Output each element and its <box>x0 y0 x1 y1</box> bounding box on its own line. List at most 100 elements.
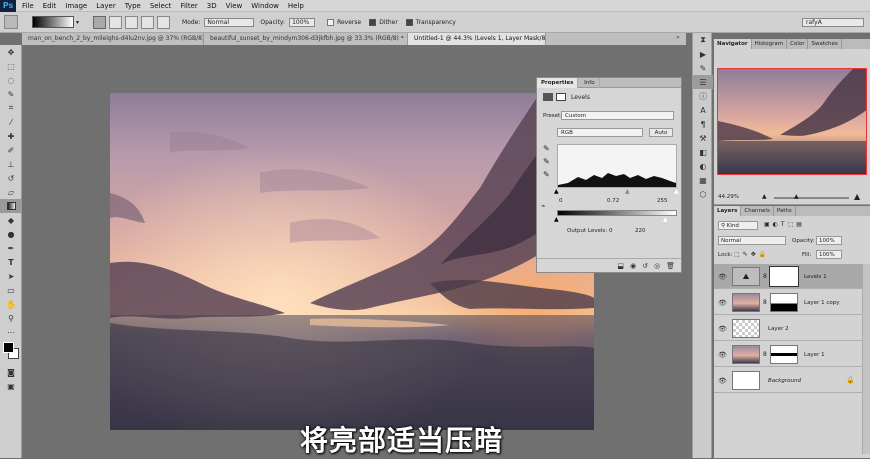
visibility-toggle-icon[interactable]: ◎ <box>654 262 660 270</box>
info-icon[interactable]: ⓘ <box>693 89 713 103</box>
dither-checkbox[interactable] <box>369 18 377 26</box>
visibility-eye-icon[interactable]: 👁 <box>718 299 727 307</box>
white-point-eyedropper-icon[interactable]: ✎ <box>543 170 550 179</box>
styles-icon[interactable]: ◧ <box>693 145 713 159</box>
layer-mask-thumb[interactable] <box>770 293 798 312</box>
menu-window[interactable]: Window <box>251 0 279 12</box>
paragraph-icon[interactable]: ¶ <box>693 117 713 131</box>
input-black-slider[interactable]: ▲ <box>554 188 559 195</box>
mask-link-icon[interactable]: 8 <box>763 273 767 280</box>
gradient-tool-icon[interactable] <box>0 199 22 213</box>
quick-select-tool-icon[interactable]: ✎ <box>0 87 22 101</box>
layer-name[interactable]: Levels 1 <box>804 274 827 280</box>
output-black-slider[interactable]: ▲ <box>554 216 559 223</box>
zoom-slider[interactable] <box>774 197 849 199</box>
menu-3d[interactable]: 3D <box>207 0 217 12</box>
angle-gradient-button[interactable] <box>125 15 139 29</box>
visibility-eye-icon[interactable]: 👁 <box>718 273 727 281</box>
menu-image[interactable]: Image <box>65 0 87 12</box>
menu-edit[interactable]: Edit <box>43 0 57 12</box>
eraser-tool-icon[interactable]: ▱ <box>0 185 22 199</box>
properties-icon[interactable]: ☰ <box>693 75 713 89</box>
document-canvas[interactable] <box>110 93 594 430</box>
reflected-gradient-button[interactable] <box>141 15 155 29</box>
mask-link-icon[interactable]: 8 <box>763 299 767 306</box>
brush-tool-icon[interactable]: ✐ <box>0 143 22 157</box>
input-gray-value[interactable]: 0.72 <box>607 198 619 204</box>
output-black-value[interactable]: 0 <box>609 228 613 234</box>
move-tool-icon[interactable]: ✥ <box>0 45 22 59</box>
menu-help[interactable]: Help <box>288 0 304 12</box>
input-black-value[interactable]: 0 <box>559 198 563 204</box>
gradient-dropdown-icon[interactable]: ▾ <box>76 19 79 26</box>
layers-scrollbar[interactable] <box>862 264 870 454</box>
layer-name[interactable]: Layer 1 copy <box>804 300 839 306</box>
quick-mask-icon[interactable]: ◙ <box>0 365 22 379</box>
radial-gradient-button[interactable] <box>109 15 123 29</box>
input-gray-slider[interactable]: ▲ <box>625 188 630 195</box>
menu-type[interactable]: Type <box>125 0 141 12</box>
color-swatches[interactable] <box>0 339 21 365</box>
crop-tool-icon[interactable]: ⌗ <box>0 101 22 115</box>
tab-info[interactable]: Info <box>580 78 600 88</box>
layer-row-levels-1[interactable]: 👁 ⛰ 8 Levels 1 <box>714 264 862 289</box>
output-white-slider[interactable]: ▲ <box>663 216 668 223</box>
layer-mask-thumb[interactable] <box>770 267 798 286</box>
clip-to-layer-icon[interactable]: ⬓ <box>617 262 624 270</box>
black-point-eyedropper-icon[interactable]: ✎ <box>543 144 550 153</box>
input-white-slider[interactable]: ▲ <box>674 188 679 195</box>
tool-presets-icon[interactable]: ⚒ <box>693 131 713 145</box>
actions-icon[interactable]: ▶ <box>693 47 713 61</box>
3d-icon[interactable]: ⬡ <box>693 187 713 201</box>
input-white-value[interactable]: 255 <box>657 198 668 204</box>
blend-mode-select[interactable]: Normal <box>718 236 786 245</box>
layer-filter-select[interactable]: ⚲ Kind <box>718 221 758 230</box>
tab-swatches[interactable]: Swatches <box>808 39 842 49</box>
mask-link-icon[interactable]: 8 <box>763 351 767 358</box>
zoom-tool-icon[interactable]: ⚲ <box>0 311 22 325</box>
history-icon[interactable]: ⧗ <box>693 33 713 47</box>
tab-layers[interactable]: Layers <box>714 206 742 216</box>
workspace-switcher[interactable]: rafyA <box>802 17 864 27</box>
filter-icons[interactable]: ▣◐T⬚▤ <box>764 221 805 228</box>
channels-icon[interactable]: ▦ <box>693 173 713 187</box>
layer-mask-icon[interactable] <box>556 93 566 101</box>
channel-select[interactable]: RGB <box>557 128 643 137</box>
shape-tool-icon[interactable]: ▭ <box>0 283 22 297</box>
diamond-gradient-button[interactable] <box>157 15 171 29</box>
transparency-checkbox[interactable] <box>405 18 413 26</box>
hand-tool-icon[interactable]: ✋ <box>0 297 22 311</box>
layer-name[interactable]: Layer 2 <box>768 326 789 332</box>
layer-mask-thumb[interactable] <box>770 345 798 364</box>
layer-row-layer-1-copy[interactable]: 👁 8 Layer 1 copy <box>714 290 862 315</box>
tab-paths[interactable]: Paths <box>774 206 796 216</box>
reverse-checkbox[interactable] <box>327 18 335 26</box>
history-brush-tool-icon[interactable]: ↺ <box>0 171 22 185</box>
type-tool-icon[interactable]: T <box>0 255 22 269</box>
delete-adjustment-icon[interactable]: 🗑 <box>666 262 675 270</box>
eyedropper-tool-icon[interactable]: ⁄ <box>0 115 22 129</box>
path-select-tool-icon[interactable]: ➤ <box>0 269 22 283</box>
doc-tab-1[interactable]: man_on_bench_2_by_mileighs-d4lu2nv.jpg @… <box>22 33 204 45</box>
lock-icons[interactable]: ⬚✎✥🔒 <box>734 251 769 258</box>
doc-tab-2[interactable]: beautiful_sunset_by_mindym306-d3jkfbh.jp… <box>204 33 408 45</box>
gray-point-eyedropper-icon[interactable]: ✎ <box>543 157 550 166</box>
menu-view[interactable]: View <box>226 0 243 12</box>
layer-row-background[interactable]: 👁 Background 🔒 <box>714 368 862 393</box>
healing-brush-tool-icon[interactable]: ✚ <box>0 129 22 143</box>
more-tools-icon[interactable]: ⋯ <box>0 325 22 339</box>
menu-select[interactable]: Select <box>150 0 172 12</box>
layer-name[interactable]: Background <box>768 378 801 384</box>
visibility-eye-icon[interactable]: 👁 <box>718 377 727 385</box>
tab-navigator[interactable]: Navigator <box>714 39 752 49</box>
pen-tool-icon[interactable]: ✒ <box>0 241 22 255</box>
zoom-in-icon[interactable]: ▲ <box>854 192 860 201</box>
layer-row-layer-2[interactable]: 👁 Layer 2 <box>714 316 862 341</box>
menu-file[interactable]: File <box>22 0 34 12</box>
menu-filter[interactable]: Filter <box>180 0 197 12</box>
view-previous-icon[interactable]: ◉ <box>630 262 636 270</box>
visibility-eye-icon[interactable]: 👁 <box>718 325 727 333</box>
auto-button[interactable]: Auto <box>649 128 673 137</box>
foreground-color-swatch[interactable] <box>3 342 14 353</box>
layer-name[interactable]: Layer 1 <box>804 352 825 358</box>
